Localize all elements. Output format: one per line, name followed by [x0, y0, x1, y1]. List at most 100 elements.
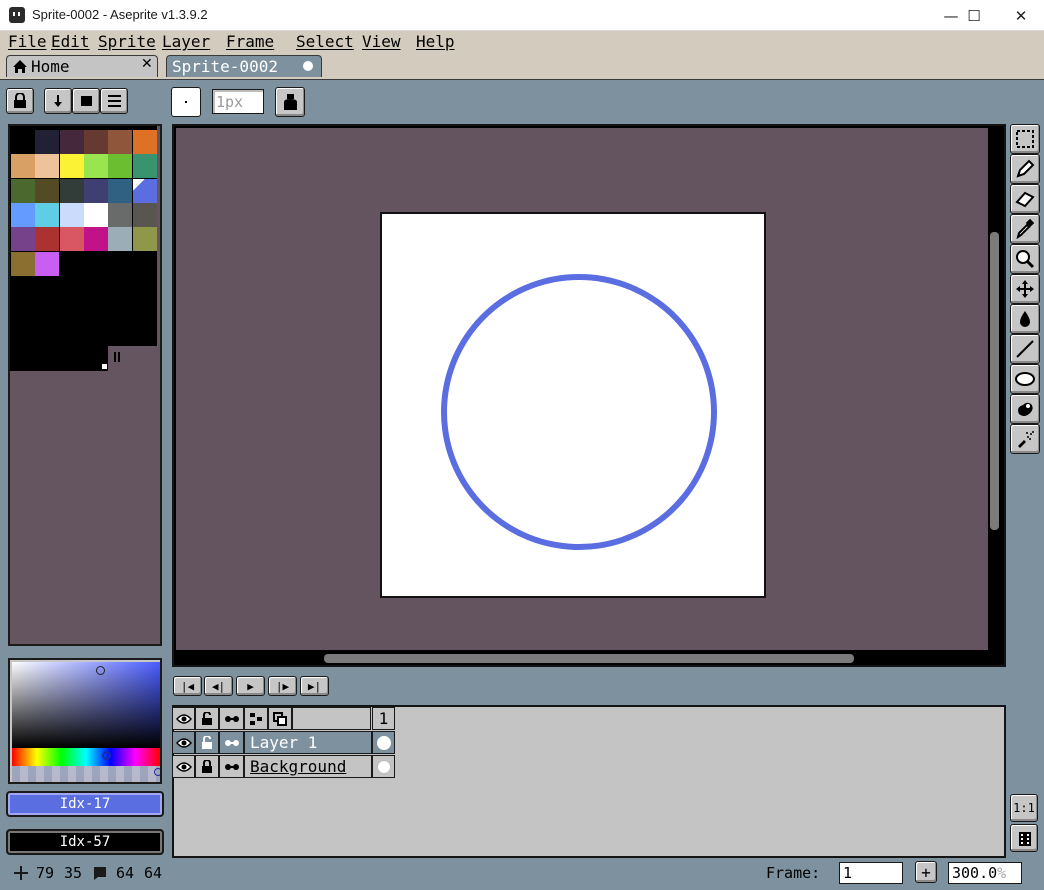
sort-palette-button[interactable] — [72, 88, 100, 114]
sv-picker-handle[interactable] — [96, 666, 105, 675]
palette-swatch[interactable] — [11, 130, 35, 154]
blur-tool-button[interactable] — [1010, 394, 1040, 424]
palette-swatch[interactable] — [35, 130, 60, 154]
palette-swatch[interactable] — [132, 130, 157, 154]
palette-swatch[interactable] — [59, 178, 84, 203]
maximize-button[interactable]: ☐ — [951, 0, 997, 31]
palette-swatch[interactable] — [11, 154, 35, 179]
palette-menu-button[interactable] — [100, 88, 128, 114]
frame-header-1[interactable]: 1 — [372, 707, 395, 730]
palette-options-button[interactable] — [44, 88, 72, 114]
paint-bucket-tool-button[interactable] — [1010, 304, 1040, 334]
last-frame-button[interactable]: ▶| — [300, 676, 329, 696]
eyedropper-tool-button[interactable] — [1010, 214, 1040, 244]
zoom-tool-button[interactable] — [1010, 244, 1040, 274]
background-frame1-cel[interactable] — [372, 755, 395, 778]
menu-layer[interactable]: Layer — [162, 32, 210, 51]
palette-swatch[interactable] — [59, 154, 84, 179]
layer1-name[interactable]: Layer 1 — [244, 731, 372, 754]
tab-sprite-0002[interactable]: Sprite-0002 — [166, 55, 322, 77]
toggle-all-visibility[interactable] — [172, 707, 195, 730]
tab-home[interactable]: Home ✕ — [6, 55, 158, 77]
add-frame-button[interactable]: + — [915, 861, 937, 883]
palette-swatch[interactable] — [35, 154, 60, 179]
horizontal-scrollbar[interactable] — [324, 654, 854, 663]
marquee-tool-button[interactable] — [1010, 124, 1040, 154]
timeline-zoom-reset-button[interactable]: 1:1 — [1010, 794, 1038, 822]
palette-swatch[interactable] — [83, 130, 108, 154]
background-visibility-toggle[interactable] — [172, 755, 195, 778]
brush-type-button[interactable] — [171, 87, 201, 117]
zoom-input[interactable]: 300.0 % — [948, 862, 1022, 884]
palette-swatch[interactable] — [108, 178, 133, 203]
first-frame-button[interactable]: |◀ — [173, 676, 202, 696]
menu-view[interactable]: View — [362, 32, 401, 51]
palette-swatch[interactable] — [35, 251, 60, 276]
layer-group-toggle[interactable] — [244, 707, 268, 730]
alpha-slider[interactable] — [12, 766, 160, 782]
menu-select[interactable]: Select — [296, 32, 354, 51]
palette-swatch[interactable] — [108, 227, 133, 252]
lock-palette-button[interactable] — [6, 88, 34, 114]
palette-resize-handle[interactable] — [102, 364, 107, 369]
play-button[interactable]: ▶ — [236, 676, 265, 696]
brush-size-input[interactable]: 1px — [212, 89, 264, 114]
unsaved-dot-icon[interactable] — [303, 61, 313, 71]
onion-skin-toggle[interactable] — [268, 707, 292, 730]
palette-swatch[interactable] — [59, 130, 84, 154]
frame-number-input[interactable]: 1 — [839, 862, 903, 884]
palette-swatch[interactable] — [108, 154, 133, 179]
background-color-button[interactable]: Idx-57 — [6, 829, 164, 855]
palette-swatch[interactable] — [11, 227, 35, 252]
foreground-color-button[interactable]: Idx-17 — [6, 791, 164, 817]
palette-swatch[interactable] — [83, 227, 108, 252]
eraser-tool-button[interactable] — [1010, 184, 1040, 214]
palette-swatch[interactable] — [132, 202, 157, 227]
menu-edit[interactable]: Edit — [51, 32, 90, 51]
pencil-tool-button[interactable] — [1010, 154, 1040, 184]
toggle-all-continuous[interactable] — [219, 707, 244, 730]
layer1-continuous-toggle[interactable] — [219, 731, 244, 754]
toggle-all-lock[interactable] — [195, 707, 219, 730]
menu-file[interactable]: File — [8, 32, 47, 51]
ink-type-button[interactable] — [275, 87, 305, 117]
menu-sprite[interactable]: Sprite — [98, 32, 156, 51]
saturation-value-box[interactable] — [12, 662, 160, 748]
palette-swatch[interactable] — [132, 154, 157, 179]
move-tool-button[interactable] — [1010, 274, 1040, 304]
menu-frame[interactable]: Frame — [226, 32, 274, 51]
menu-help[interactable]: Help — [416, 32, 455, 51]
sprite-canvas[interactable] — [380, 212, 766, 598]
layer1-frame1-cel[interactable] — [372, 731, 395, 754]
layer1-lock-toggle[interactable] — [195, 731, 219, 754]
palette-swatch[interactable] — [11, 178, 35, 203]
palette-swatch[interactable] — [83, 154, 108, 179]
alpha-slider-handle[interactable] — [154, 768, 160, 776]
next-frame-button[interactable]: |▶ — [268, 676, 297, 696]
palette-swatch[interactable] — [35, 227, 60, 252]
palette-swatch[interactable] — [35, 202, 60, 227]
hue-slider[interactable] — [12, 748, 160, 766]
close-window-button[interactable]: ✕ — [998, 0, 1044, 31]
palette-swatch[interactable] — [132, 227, 157, 252]
palette-swatch[interactable] — [108, 202, 133, 227]
palette-splitter-handle[interactable] — [114, 352, 116, 362]
line-tool-button[interactable] — [1010, 334, 1040, 364]
palette-swatch[interactable] — [59, 202, 84, 227]
background-lock-toggle[interactable] — [195, 755, 219, 778]
timeline-toggle-button[interactable] — [1010, 824, 1038, 852]
previous-frame-button[interactable]: ◀| — [204, 676, 233, 696]
palette-swatch[interactable] — [108, 130, 133, 154]
background-continuous-toggle[interactable] — [219, 755, 244, 778]
palette-swatch[interactable] — [11, 202, 35, 227]
ellipse-tool-button[interactable] — [1010, 364, 1040, 394]
background-layer-name[interactable]: Background — [244, 755, 372, 778]
layer1-visibility-toggle[interactable] — [172, 731, 195, 754]
palette-swatch[interactable] — [11, 251, 35, 276]
vertical-scrollbar[interactable] — [990, 232, 999, 530]
hue-slider-handle[interactable] — [102, 751, 111, 760]
spray-tool-button[interactable] — [1010, 424, 1040, 454]
tab-home-close-icon[interactable]: ✕ — [141, 56, 153, 72]
palette-swatch[interactable] — [35, 178, 60, 203]
palette-swatch[interactable] — [83, 178, 108, 203]
